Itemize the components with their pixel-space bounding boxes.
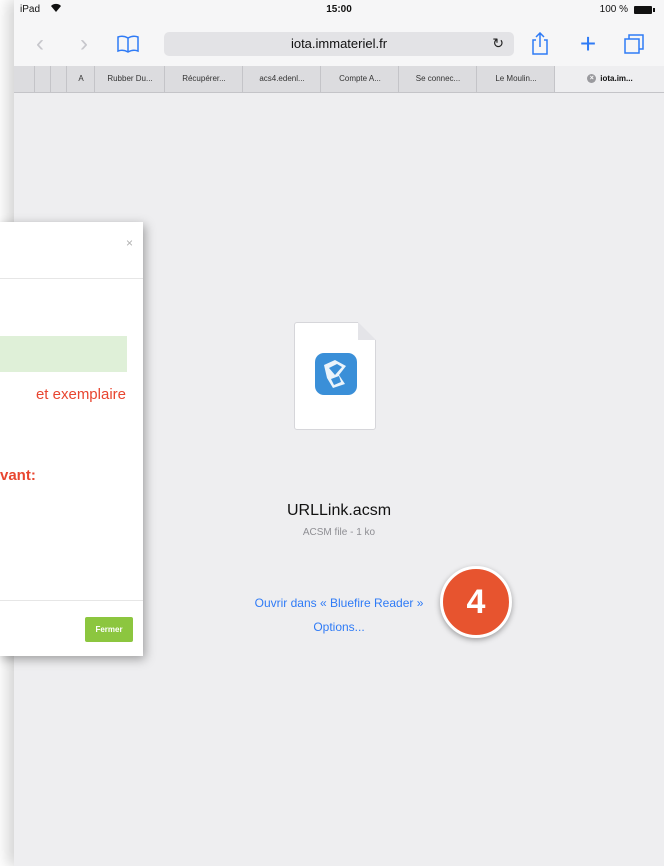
- divider: [0, 600, 143, 601]
- overlay-dialog: × et exemplaire vant: Fermer: [0, 222, 143, 656]
- tab-label: Le Moulin...: [495, 74, 537, 83]
- close-icon[interactable]: ×: [126, 236, 133, 250]
- safari-toolbar: ‹ › iota.immateriel.fr ↻ +: [14, 22, 664, 66]
- close-button[interactable]: Fermer: [85, 617, 133, 642]
- warning-text: et exemplaire: [35, 386, 126, 403]
- tab-label: acs4.edenl...: [259, 74, 305, 83]
- tab-label: Rubber Du...: [107, 74, 153, 83]
- status-bar: iPad 15:00 100 %: [14, 0, 664, 22]
- reload-icon[interactable]: ↻: [492, 35, 504, 52]
- divider: [0, 278, 143, 279]
- tab-item[interactable]: Le Moulin...: [476, 66, 555, 92]
- page-fold: [358, 322, 376, 340]
- tab-label: A: [78, 74, 84, 83]
- tab-item[interactable]: Compte A...: [320, 66, 399, 92]
- address-bar[interactable]: iota.immateriel.fr ↻: [164, 32, 514, 56]
- book-icon[interactable]: [114, 30, 142, 58]
- warning-text: vant:: [0, 467, 36, 484]
- tab-item[interactable]: [50, 66, 67, 92]
- tab-item[interactable]: [34, 66, 51, 92]
- clock: 15:00: [326, 4, 352, 15]
- tab-item-active[interactable]: × iota.im...: [554, 66, 664, 92]
- tab-item[interactable]: acs4.edenl...: [242, 66, 321, 92]
- battery-icon: [634, 6, 655, 14]
- step-badge: 4: [440, 566, 512, 638]
- chevron-left-icon[interactable]: ‹: [28, 30, 52, 58]
- tabs-icon[interactable]: [620, 30, 648, 58]
- tab-label: Se connec...: [415, 74, 461, 83]
- file-document-icon: [294, 322, 376, 430]
- tab-label: Compte A...: [339, 74, 381, 83]
- tab-item[interactable]: Récupérer...: [164, 66, 243, 92]
- tab-label: iota.im...: [600, 74, 633, 83]
- tab-item[interactable]: A: [66, 66, 95, 92]
- plus-icon[interactable]: +: [574, 30, 602, 58]
- tab-strip: A Rubber Du... Récupérer... acs4.edenl..…: [14, 66, 664, 93]
- url-text: iota.immateriel.fr: [290, 36, 388, 51]
- battery-percent: 100 %: [599, 4, 628, 15]
- close-icon[interactable]: ×: [587, 74, 597, 84]
- tab-item[interactable]: Rubber Du...: [94, 66, 165, 92]
- share-icon[interactable]: [526, 30, 554, 58]
- success-alert: [0, 336, 127, 372]
- chevron-right-icon[interactable]: ›: [72, 30, 96, 58]
- tab-label: Récupérer...: [182, 74, 226, 83]
- bluefire-app-icon: [315, 353, 357, 395]
- tab-item[interactable]: Se connec...: [398, 66, 477, 92]
